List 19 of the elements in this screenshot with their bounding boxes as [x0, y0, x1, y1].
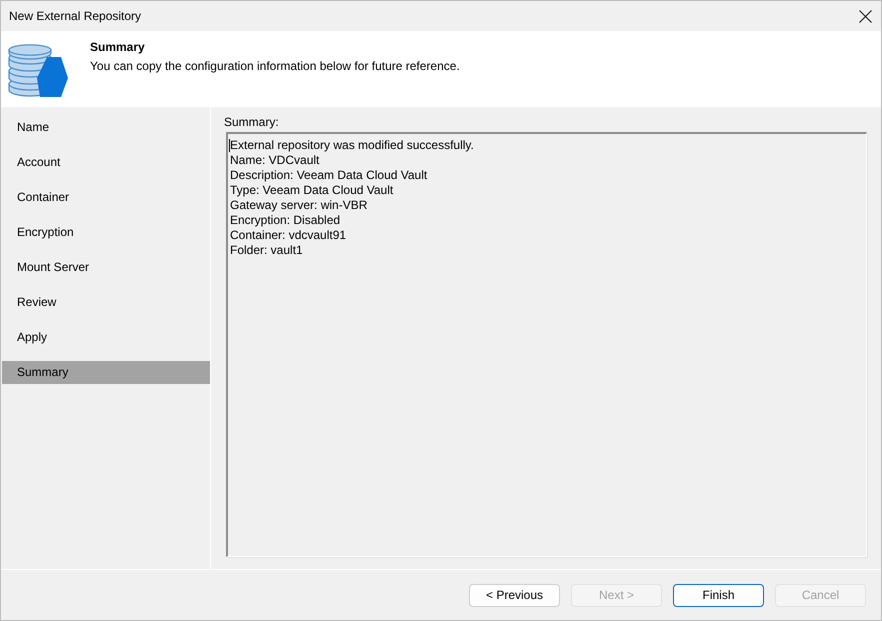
page-description: You can copy the configuration information below for future reference.: [90, 59, 460, 73]
wizard-button[interactable]: Finish: [673, 584, 764, 606]
wizard-step[interactable]: Name: [2, 116, 210, 139]
close-button[interactable]: [859, 10, 872, 22]
database-hexagon-icon: [8, 44, 69, 98]
wizard-step[interactable]: Mount Server: [2, 256, 210, 279]
wizard-step[interactable]: Apply: [2, 326, 210, 349]
summary-label: Summary:: [224, 115, 280, 129]
page-title: Summary: [90, 40, 146, 54]
wizard-step[interactable]: Summary: [2, 361, 210, 384]
summary-text-field[interactable]: External repository was modified successfully. Name: VDCvault Description: Veeam Data Cloud Vault Type: Veeam Data Cloud Vault Gateway server: win-VBR Encryption: Disabled Container: vdcvault91 Folder: vault1: [226, 132, 867, 557]
wizard-step[interactable]: Encryption: [2, 221, 210, 244]
wizard-step[interactable]: Container: [2, 186, 210, 209]
window-title: New External Repository: [9, 9, 142, 23]
wizard-button[interactable]: < Previous: [469, 584, 560, 606]
wizard-step[interactable]: Account: [2, 151, 210, 174]
close-icon: [859, 10, 872, 22]
wizard-step[interactable]: Review: [2, 291, 210, 314]
text-cursor: [229, 139, 230, 152]
